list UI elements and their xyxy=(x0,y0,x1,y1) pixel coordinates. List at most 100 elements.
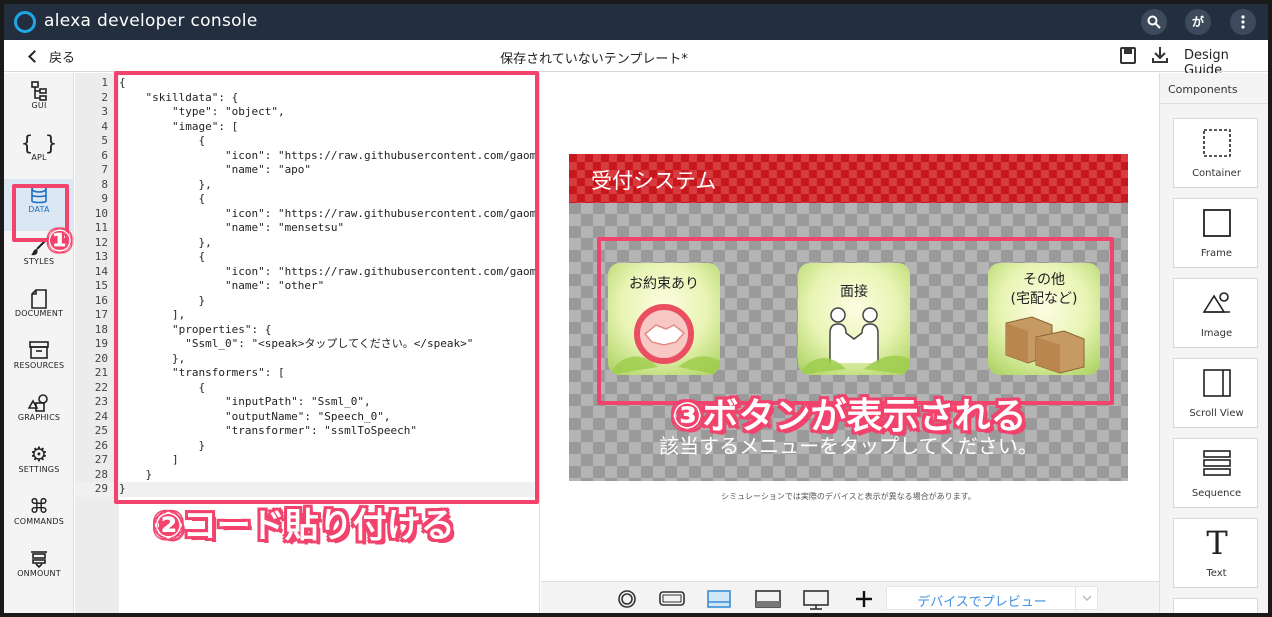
component-label: Text xyxy=(1206,568,1227,579)
line-number: 11 xyxy=(94,221,108,234)
sidebar-item-gui[interactable]: GUI xyxy=(4,75,74,127)
tv-icon[interactable] xyxy=(803,590,829,610)
sidebar-item-label: DOCUMENT xyxy=(14,309,64,318)
top-bar: alexa developer console が xyxy=(4,4,1268,40)
sidebar-item-onmount[interactable]: ONMOUNT xyxy=(4,543,74,595)
device-toolbar: デバイスでプレビュー xyxy=(541,581,1159,613)
scroll-view-icon xyxy=(1203,369,1231,397)
line-number: 26 xyxy=(94,438,108,452)
line-number: 29 xyxy=(94,482,108,495)
line-number: 24 xyxy=(94,409,108,423)
component-text[interactable]: T Text xyxy=(1173,518,1258,588)
medium-hub-icon[interactable] xyxy=(707,590,731,610)
line-number: 27 xyxy=(94,453,108,466)
app-title[interactable]: alexa developer console xyxy=(44,11,258,31)
command-icon: ⌘ xyxy=(29,494,49,518)
line-number: 22 xyxy=(94,380,108,394)
search-button[interactable] xyxy=(1141,9,1167,35)
component-label: Image xyxy=(1200,328,1233,339)
line-number: 1 xyxy=(101,76,108,89)
line-number: 9 xyxy=(101,192,108,205)
line-number: 7 xyxy=(101,163,108,176)
sidebar-item-label: SETTINGS xyxy=(18,465,60,474)
line-number: 20 xyxy=(94,351,108,365)
sidebar-item-label: GUI xyxy=(31,101,47,110)
container-icon xyxy=(1203,129,1231,157)
line-number: 5 xyxy=(101,134,108,147)
component-label: Container xyxy=(1192,168,1241,179)
component-label: Sequence xyxy=(1191,488,1242,499)
line-number: 10 xyxy=(94,206,108,220)
sidebar-item-label: APL xyxy=(31,153,47,162)
image-icon xyxy=(1202,292,1230,313)
divider xyxy=(1160,103,1268,104)
highlight-buttons xyxy=(597,237,1114,405)
component-image[interactable]: Image xyxy=(1173,278,1258,348)
annotation-step1: ① xyxy=(47,224,73,259)
line-number: 8 xyxy=(101,177,108,191)
component-label: Scroll View xyxy=(1189,408,1244,419)
component-container[interactable]: Container xyxy=(1173,118,1258,188)
line-number: 25 xyxy=(94,424,108,437)
more-menu-button[interactable] xyxy=(1230,9,1256,35)
sequence-icon xyxy=(1203,450,1231,476)
line-number: 3 xyxy=(101,105,108,118)
frame-icon xyxy=(1203,209,1231,237)
line-number: 6 xyxy=(101,148,108,162)
annotation-step2: ②コード貼り付ける xyxy=(154,506,455,546)
component-sequence[interactable]: Sequence xyxy=(1173,438,1258,508)
line-number: 2 xyxy=(101,90,108,104)
gui-tree-icon xyxy=(4,75,74,101)
sidebar-item-settings[interactable]: ⚙ SETTINGS xyxy=(4,439,74,491)
line-number: 23 xyxy=(94,395,108,408)
download-icon[interactable] xyxy=(1152,46,1168,64)
document-icon xyxy=(4,283,74,309)
screen-title: 受付システム xyxy=(591,169,717,193)
app-window: alexa developer console が 戻る 保存されていないテンプ… xyxy=(4,4,1268,613)
line-number: 14 xyxy=(94,264,108,278)
braces-icon: { } xyxy=(20,131,58,155)
round-device-icon[interactable] xyxy=(617,590,637,610)
sidebar-item-label: GRAPHICS xyxy=(17,413,61,422)
line-number: 12 xyxy=(94,235,108,249)
highlight-code-editor xyxy=(114,71,539,504)
chevron-down-icon[interactable] xyxy=(1075,587,1097,609)
alexa-logo-icon[interactable] xyxy=(14,11,36,33)
preview-device-select[interactable]: デバイスでプレビュー xyxy=(886,586,1098,610)
line-number: 4 xyxy=(101,119,108,133)
line-number: 18 xyxy=(94,322,108,336)
component-frame[interactable]: Frame xyxy=(1173,198,1258,268)
line-number: 21 xyxy=(94,366,108,379)
sidebar-item-graphics[interactable]: GRAPHICS xyxy=(4,387,74,439)
sidebar-item-apl[interactable]: { } APL xyxy=(4,127,74,179)
components-panel: Components Container Frame Image Scroll … xyxy=(1159,73,1268,613)
component-label: Frame xyxy=(1200,248,1233,259)
component-scroll-view[interactable]: Scroll View xyxy=(1173,358,1258,428)
sidebar-item-label: COMMANDS xyxy=(14,517,64,526)
line-number: 17 xyxy=(94,308,108,321)
line-number: 28 xyxy=(94,467,108,481)
editor-toolbar: 戻る 保存されていないテンプレート* Design Guide xyxy=(4,40,1268,78)
small-landscape-icon[interactable] xyxy=(659,590,685,608)
text-icon: T xyxy=(1206,524,1228,562)
screen-header: 受付システム xyxy=(569,154,1128,203)
resources-icon xyxy=(4,335,74,361)
components-header: Components xyxy=(1168,83,1238,96)
sidebar-item-document[interactable]: DOCUMENT xyxy=(4,283,74,335)
simulation-disclaimer: シミュレーションでは実際のデバイスと表示が異なる場合があります。 xyxy=(721,492,976,501)
onmount-icon xyxy=(4,543,74,569)
component-more[interactable] xyxy=(1173,598,1258,613)
annotation-step3: ③ボタンが表示される xyxy=(672,396,1027,437)
large-hub-icon[interactable] xyxy=(755,590,781,610)
sidebar-item-resources[interactable]: RESOURCES xyxy=(4,335,74,387)
gear-icon: ⚙ xyxy=(30,442,48,466)
save-icon[interactable] xyxy=(1120,47,1136,64)
line-number: 16 xyxy=(94,293,108,307)
preview-device-label: デバイスでプレビュー xyxy=(917,595,1047,610)
document-title: 保存されていないテンプレート* xyxy=(500,52,688,67)
language-button[interactable]: が xyxy=(1185,9,1211,35)
add-icon[interactable] xyxy=(855,590,873,608)
sidebar-item-commands[interactable]: ⌘ COMMANDS xyxy=(4,491,74,543)
graphics-icon xyxy=(4,387,74,413)
line-number: 15 xyxy=(94,279,108,292)
